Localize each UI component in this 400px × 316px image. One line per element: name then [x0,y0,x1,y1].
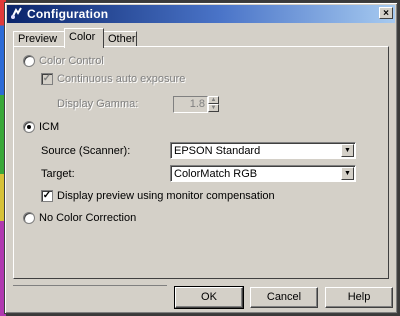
window-title: Configuration [27,7,109,21]
status-area [13,285,167,305]
spin-down-icon[interactable]: ▼ [208,104,219,112]
display-gamma-label: Display Gamma: [57,98,139,110]
icm-radio[interactable] [23,121,35,133]
continuous-auto-exposure-checkbox[interactable]: ✓ [41,73,53,85]
display-preview-label: Display preview using monitor compensati… [57,190,275,202]
tab-other[interactable]: Other [103,31,137,47]
source-label: Source (Scanner): [41,145,131,157]
source-select[interactable]: EPSON Standard ▼ [170,142,356,159]
continuous-auto-exposure-label: Continuous auto exposure [57,73,186,85]
scanner-app-icon [11,7,22,19]
display-gamma-field[interactable]: 1.8 [173,96,208,113]
chevron-down-icon[interactable]: ▼ [341,144,354,157]
no-color-correction-radio[interactable] [23,212,35,224]
display-gamma-spinner[interactable]: ▲ ▼ [208,96,219,112]
tab-preview[interactable]: Preview [13,31,65,47]
configuration-dialog: Configuration × Preview Color Other Colo… [4,2,398,314]
target-select[interactable]: ColorMatch RGB ▼ [170,165,356,182]
icm-label: ICM [39,121,60,133]
cancel-button[interactable]: Cancel [250,287,318,308]
color-control-label: Color Control [39,55,104,67]
help-button[interactable]: Help [325,287,393,308]
ok-button[interactable]: OK [174,286,244,309]
color-control-radio[interactable] [23,55,35,67]
title-bar[interactable]: Configuration × [7,5,395,23]
target-value: ColorMatch RGB [174,168,258,180]
tab-color[interactable]: Color [64,28,104,48]
close-button[interactable]: × [379,7,393,19]
target-label: Target: [41,168,75,180]
spin-up-icon[interactable]: ▲ [208,96,219,104]
no-color-correction-label: No Color Correction [39,212,137,224]
source-value: EPSON Standard [174,145,261,157]
display-preview-checkbox[interactable]: ✓ [41,190,53,202]
chevron-down-icon[interactable]: ▼ [341,167,354,180]
